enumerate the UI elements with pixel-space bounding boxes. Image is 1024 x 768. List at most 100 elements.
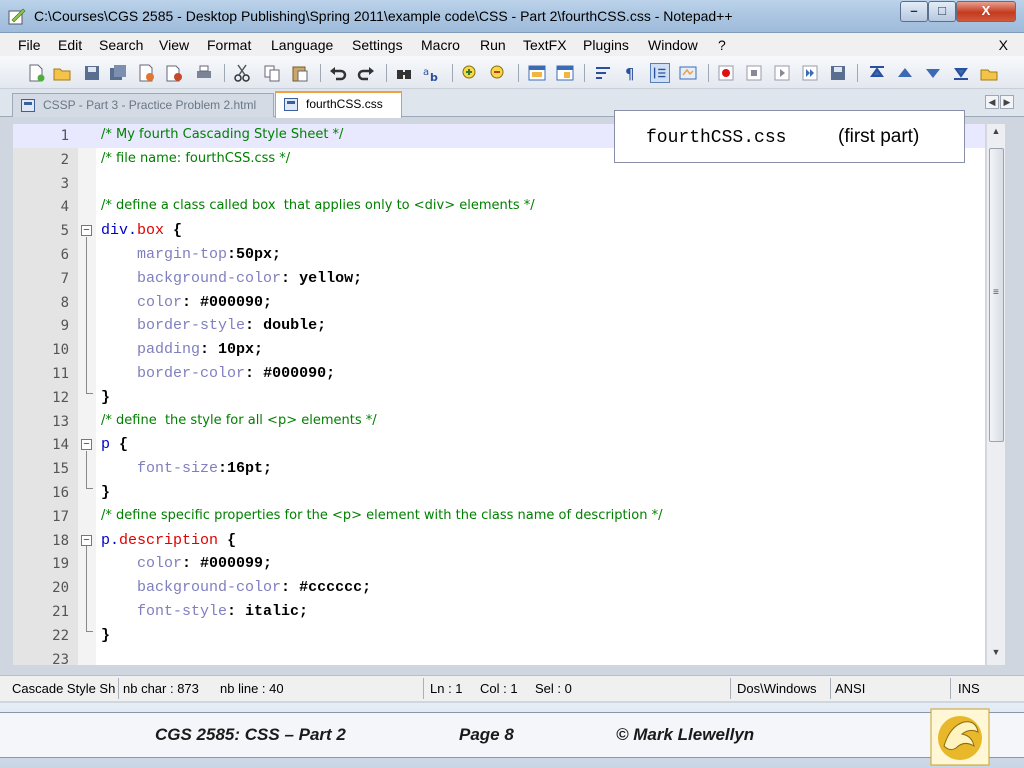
status-insert-mode: INS [958, 681, 980, 696]
line-number: 18 [52, 532, 69, 549]
undo-icon[interactable] [328, 63, 348, 83]
run-macro-multiple-icon[interactable] [800, 63, 820, 83]
notepadpp-icon [8, 8, 26, 25]
menu-view[interactable]: View [159, 37, 189, 53]
fold-guide-line [86, 546, 87, 628]
status-separator [423, 678, 424, 699]
menu-edit[interactable]: Edit [58, 37, 82, 53]
tab-practice-problem[interactable]: CSSP - Part 3 - Practice Problem 2.html [12, 93, 274, 117]
new-file-icon[interactable] [26, 63, 46, 83]
code-text: /* define specific properties for the <p… [101, 507, 663, 523]
menu-textfx[interactable]: TextFX [523, 37, 567, 53]
menu-macro[interactable]: Macro [421, 37, 460, 53]
open-file-icon[interactable] [52, 63, 72, 83]
tab-scroll-right-icon[interactable]: ▶ [1000, 95, 1014, 109]
footer-page: Page 8 [459, 725, 514, 744]
sync-horizontal-icon[interactable] [555, 63, 575, 83]
zoom-out-icon[interactable] [488, 63, 508, 83]
show-all-chars-icon[interactable]: ¶ [621, 63, 641, 83]
menu-settings[interactable]: Settings [352, 37, 403, 53]
menu-help[interactable]: ? [718, 37, 726, 53]
sync-vertical-icon[interactable] [527, 63, 547, 83]
move-up-icon[interactable] [895, 63, 915, 83]
trim-icon[interactable] [867, 63, 887, 83]
minimize-button[interactable]: – [900, 1, 928, 22]
code-text: /* define the style for all <p> elements… [101, 412, 377, 428]
fold-collapse-icon[interactable]: − [81, 534, 92, 546]
scroll-up-icon[interactable]: ▲ [989, 126, 1003, 142]
menu-plugins[interactable]: Plugins [583, 37, 629, 53]
code-line: 9 border-style: double; [13, 314, 985, 338]
slide-footer: CGS 2585: CSS – Part 2 Page 8 © Mark Lle… [0, 703, 1024, 768]
code-editor[interactable]: 1 /* My fourth Cascading Style Sheet */ … [13, 124, 985, 665]
save-macro-icon[interactable] [828, 63, 848, 83]
save-all-icon[interactable] [108, 63, 128, 83]
menu-file[interactable]: File [18, 37, 41, 53]
scroll-down-icon[interactable]: ▼ [989, 647, 1003, 661]
line-number: 15 [52, 461, 69, 478]
line-number: 6 [60, 247, 69, 263]
maximize-button[interactable]: □ [928, 1, 956, 22]
callout-filename: fourthCSS.css [646, 128, 787, 148]
record-macro-icon[interactable] [716, 63, 736, 83]
tidy-icon[interactable] [979, 63, 999, 83]
ucf-pegasus-logo-icon [930, 708, 990, 766]
code-line: 20 background-color: #cccccc; [13, 576, 985, 600]
fold-end-marker [86, 385, 93, 394]
cut-icon[interactable] [232, 63, 252, 83]
indent-guide-icon[interactable] [650, 63, 670, 83]
status-separator [730, 678, 731, 699]
zoom-in-icon[interactable] [460, 63, 480, 83]
toolbar-separator [452, 64, 453, 82]
menu-window[interactable]: Window [648, 37, 698, 53]
move-down-icon[interactable] [923, 63, 943, 83]
status-line-count: nb line : 40 [220, 681, 284, 696]
sort-icon[interactable] [951, 63, 971, 83]
tab-fourthcss[interactable]: fourthCSS.css [275, 91, 402, 118]
code-line: 18 − p.description { [13, 529, 985, 553]
word-wrap-icon[interactable] [593, 63, 613, 83]
print-icon[interactable] [194, 63, 214, 83]
tab-scroll-controls: ◀ ▶ [985, 95, 1015, 109]
menu-search[interactable]: Search [99, 37, 143, 53]
code-text: /* file name: fourthCSS.css */ [101, 150, 291, 166]
menu-language[interactable]: Language [271, 37, 333, 53]
scroll-thumb[interactable]: ≡ [989, 148, 1004, 442]
line-number: 4 [60, 199, 69, 216]
copy-icon[interactable] [262, 63, 282, 83]
stop-record-icon[interactable] [744, 63, 764, 83]
close-button[interactable]: X [956, 1, 1016, 22]
fold-collapse-icon[interactable]: − [81, 225, 92, 237]
close-file-icon[interactable] [136, 63, 156, 83]
close-all-icon[interactable] [164, 63, 184, 83]
line-number: 22 [52, 627, 69, 644]
find-icon[interactable] [394, 63, 414, 83]
code-line: 17 /* define specific properties for the… [13, 505, 985, 529]
saved-file-icon [21, 99, 35, 112]
tab-scroll-left-icon[interactable]: ◀ [985, 95, 999, 109]
status-separator [830, 678, 831, 699]
status-separator [950, 678, 951, 699]
user-lang-icon[interactable] [678, 63, 698, 83]
line-number: 16 [52, 485, 69, 501]
redo-icon[interactable] [356, 63, 376, 83]
line-number: 3 [60, 175, 69, 192]
menu-run[interactable]: Run [480, 37, 506, 53]
vertical-scrollbar[interactable]: ▲ ≡ ▼ [986, 124, 1005, 665]
line-number: 19 [52, 556, 69, 573]
paste-icon[interactable] [290, 63, 310, 83]
menu-format[interactable]: Format [207, 37, 251, 53]
code-line: 15 font-size:16pt; [13, 457, 985, 481]
line-number: 20 [52, 580, 69, 597]
line-number: 12 [52, 389, 69, 406]
footer-author: © Mark Llewellyn [616, 725, 755, 744]
line-number: 2 [60, 151, 69, 168]
save-icon[interactable] [82, 63, 102, 83]
replace-icon[interactable]: ab [422, 63, 442, 83]
toolbar: ab ¶ [0, 56, 1024, 89]
status-selection: Sel : 0 [535, 681, 572, 696]
playback-macro-icon[interactable] [772, 63, 792, 83]
code-text: padding: 10px; [137, 341, 264, 359]
fold-collapse-icon[interactable]: − [81, 439, 92, 451]
menu-close-doc-button[interactable]: X [999, 37, 1008, 53]
